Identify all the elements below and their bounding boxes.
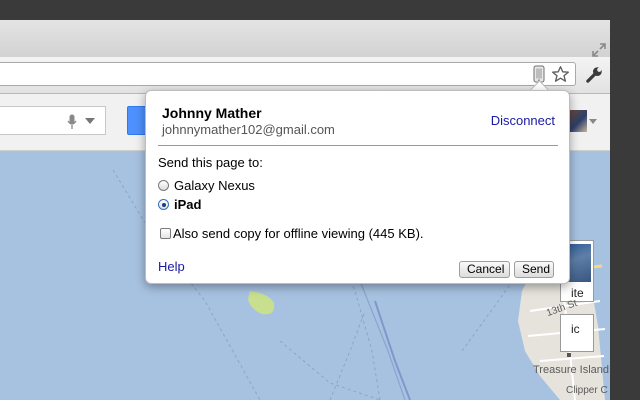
offline-copy-label: Also send copy for offline viewing (445 …: [173, 226, 424, 241]
place-label: Clipper C: [566, 385, 608, 396]
device-option-ipad[interactable]: iPad: [158, 197, 201, 212]
microphone-icon[interactable]: [67, 114, 77, 130]
browser-toolbar: [0, 57, 610, 94]
radio-button[interactable]: [158, 180, 169, 191]
send-to-device-bubble: Johnny Mather johnnymather102@gmail.com …: [145, 90, 570, 284]
device-label: Galaxy Nexus: [174, 178, 255, 193]
device-option-galaxy-nexus[interactable]: Galaxy Nexus: [158, 178, 255, 193]
send-button[interactable]: Send: [514, 261, 554, 278]
divider: [158, 145, 558, 146]
disconnect-link[interactable]: Disconnect: [491, 113, 555, 128]
traffic-view-thumbnail[interactable]: ic: [560, 314, 594, 352]
cancel-button[interactable]: Cancel: [459, 261, 510, 278]
offline-copy-checkbox[interactable]: [160, 228, 171, 239]
device-label: iPad: [174, 197, 202, 212]
star-icon[interactable]: [551, 65, 570, 84]
offline-copy-option[interactable]: Also send copy for offline viewing (445 …: [160, 226, 424, 241]
place-label: Treasure Island: [533, 364, 610, 376]
thumbnail-label: ic: [571, 322, 580, 336]
account-name: Johnny Mather: [162, 105, 262, 121]
send-to-heading: Send this page to:: [158, 155, 263, 170]
chevron-down-icon[interactable]: [85, 118, 95, 124]
avatar[interactable]: [569, 110, 587, 132]
omnibox[interactable]: [0, 62, 576, 86]
account-email: johnnymather102@gmail.com: [162, 122, 335, 137]
tab-strip: [0, 20, 610, 57]
chevron-down-icon[interactable]: [589, 119, 597, 124]
radio-button-selected[interactable]: [158, 199, 169, 210]
help-link[interactable]: Help: [158, 259, 185, 274]
resize-icon[interactable]: [592, 43, 606, 57]
maps-search-input[interactable]: [0, 106, 106, 135]
wrench-icon[interactable]: [585, 65, 604, 84]
